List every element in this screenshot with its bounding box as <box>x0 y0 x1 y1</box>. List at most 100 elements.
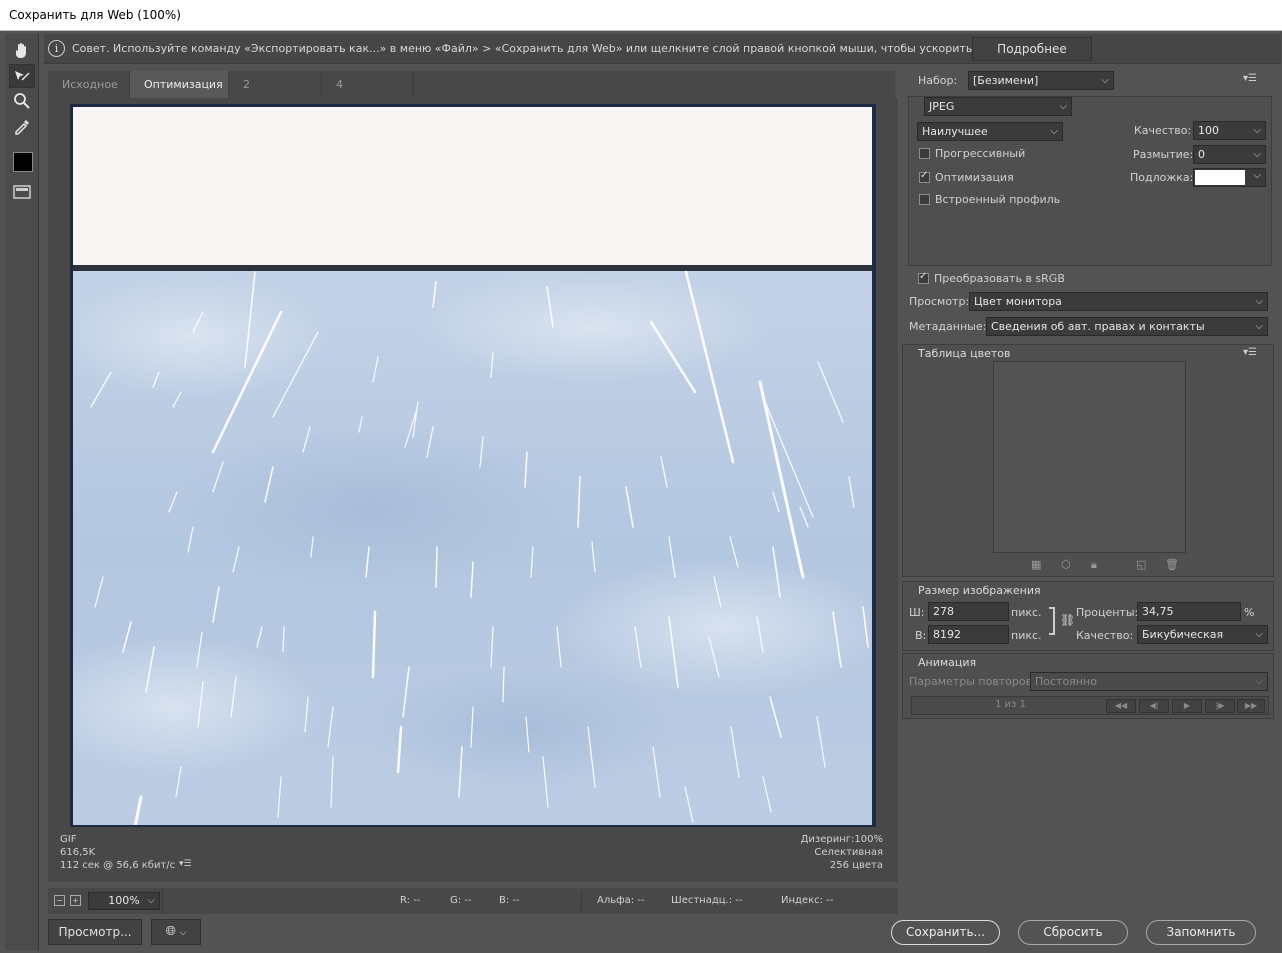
preset-menu-icon[interactable]: ▾☰ <box>1243 73 1257 84</box>
percent-input[interactable]: 34,75 <box>1137 602 1241 621</box>
progressive-checkbox[interactable] <box>919 148 930 159</box>
convert-srgb-checkbox[interactable] <box>918 271 929 284</box>
quality-value: 100 <box>1198 124 1219 137</box>
chevron-down-icon: ⌵ <box>1255 676 1263 687</box>
tab-original[interactable]: Исходное <box>48 71 130 98</box>
zoom-in-icon[interactable]: + <box>70 895 81 906</box>
tip-text: Совет. Используйте команду «Экспортирова… <box>72 42 1078 55</box>
tool-bar <box>5 34 39 950</box>
metadata-select[interactable]: Сведения об авт. правах и контакты ⌵ <box>986 317 1268 336</box>
lock-icon[interactable]: 🔒︎ <box>1091 558 1097 572</box>
trash-icon[interactable]: 🗑︎ <box>1165 558 1179 571</box>
embed-profile-label: Встроенный профиль <box>935 193 1061 206</box>
color-table-title: Таблица цветов <box>918 347 1011 360</box>
hand-tool-icon[interactable] <box>9 38 35 62</box>
info-icon: i <box>48 40 65 57</box>
link-icon[interactable]: ⛓︎ <box>1060 613 1075 627</box>
info-palette: Селективная <box>814 847 883 858</box>
color-table-menu-icon[interactable]: ▾☰ <box>1243 347 1257 358</box>
tab-4-up[interactable]: 4 варианта <box>322 71 414 118</box>
loop-select: Постоянно ⌵ <box>1030 672 1268 691</box>
info-colors: 256 цвета <box>829 860 883 871</box>
quality-input[interactable]: 100 ⌵ <box>1193 121 1266 140</box>
metadata-value: Сведения об авт. правах и контакты <box>991 320 1205 333</box>
view-tabs: Исходное Оптимизация 2 варианта 4 вариан… <box>48 71 895 118</box>
format-select[interactable]: JPEG ⌵ <box>924 97 1072 116</box>
height-unit: пикс. <box>1011 629 1042 642</box>
divider <box>162 888 163 914</box>
loop-label: Параметры повторов: <box>909 675 1036 688</box>
color-table-grid[interactable] <box>993 361 1186 553</box>
eyedropper-color-swatch[interactable] <box>13 152 33 172</box>
status-bar: − + 100% ⌵ R: -- G: -- B: -- Альфа: -- Ш… <box>48 888 898 914</box>
preset-label: Набор: <box>918 74 958 87</box>
chevron-down-icon: ⌵ <box>1050 126 1058 137</box>
next-frame-icon: |▶ <box>1205 699 1235 713</box>
optimized-checkbox[interactable] <box>919 170 930 183</box>
animation-group: Анимация Параметры повторов: Постоянно ⌵… <box>902 653 1274 719</box>
height-input[interactable]: 8192 <box>928 625 1009 644</box>
tab-2-up[interactable]: 2 варианта <box>229 71 322 118</box>
toggle-slices-icon[interactable] <box>9 180 35 204</box>
info-download-time: 112 сек @ 56,6 кбит/с <box>60 860 176 871</box>
tip-bar: i Совет. Используйте команду «Экспортиро… <box>44 34 1281 64</box>
readout-alpha: Альфа: -- <box>597 895 645 906</box>
resample-quality-value: Бикубическая <box>1142 628 1224 641</box>
blur-input[interactable]: 0 ⌵ <box>1193 145 1266 164</box>
resample-quality-label: Качество: <box>1076 629 1134 642</box>
preset-select[interactable]: [Безимени] ⌵ <box>968 71 1114 90</box>
map-color-icon[interactable]: ▦ <box>1031 558 1041 571</box>
metadata-label: Метаданные: <box>909 320 987 333</box>
readout-g: G: -- <box>450 895 472 906</box>
width-label: Ш: <box>909 606 925 619</box>
zoom-select[interactable]: 100% ⌵ <box>88 892 160 910</box>
format-settings-group: JPEG ⌵ Наилучшее ⌵ Качество: 100 ⌵ Прогр… <box>908 96 1272 266</box>
preview-label: Просмотр: <box>909 295 970 308</box>
prev-frame-icon: ◀| <box>1139 699 1169 713</box>
constrain-bracket <box>1049 607 1055 635</box>
resample-quality-select[interactable]: Бикубическая ⌵ <box>1137 625 1268 644</box>
tab-optimized[interactable]: Оптимизация <box>130 71 229 98</box>
quality-preset-select[interactable]: Наилучшее ⌵ <box>917 122 1063 141</box>
optimized-label: Оптимизация <box>935 171 1014 184</box>
quality-label: Качество: <box>1134 124 1192 137</box>
loop-value: Постоянно <box>1035 675 1097 688</box>
convert-srgb-label: Преобразовать в sRGB <box>934 272 1065 285</box>
matte-select[interactable]: ⌵ <box>1193 168 1266 187</box>
width-unit: пикс. <box>1011 606 1042 619</box>
readout-r: R: -- <box>400 895 421 906</box>
readout-index: Индекс: -- <box>781 895 834 906</box>
image-preview[interactable] <box>73 107 872 825</box>
chevron-down-icon: ⌵ <box>1101 75 1109 86</box>
slice-select-icon[interactable] <box>9 64 35 88</box>
preview-in-browser-button[interactable]: Просмотр... <box>48 919 142 945</box>
eyedropper-icon[interactable] <box>9 114 35 138</box>
web-shift-icon[interactable]: ⬡ <box>1061 558 1071 571</box>
percent-sign: % <box>1244 606 1255 619</box>
progressive-label: Прогрессивный <box>935 147 1026 160</box>
play-icon: ▶ <box>1172 699 1202 713</box>
chevron-down-icon: ⌵ <box>147 895 155 906</box>
download-speed-menu-icon[interactable]: ▾☰ <box>179 859 192 869</box>
settings-panel: Набор: [Безимени] ⌵ ▾☰ JPEG ⌵ Наилучшее … <box>902 68 1280 948</box>
more-info-button[interactable]: Подробнее <box>972 37 1092 61</box>
zoom-out-icon[interactable]: − <box>54 895 65 906</box>
readout-hex: Шестнадц.: -- <box>671 895 743 906</box>
blur-label: Размытие: <box>1133 148 1194 161</box>
quality-preset-value: Наилучшее <box>922 125 988 138</box>
zoom-icon[interactable] <box>9 89 35 113</box>
chevron-down-icon: ⌵ <box>179 928 187 938</box>
add-color-icon[interactable]: ◱ <box>1136 558 1146 571</box>
browser-select-button[interactable]: 🌐︎ ⌵ <box>151 919 201 945</box>
embed-profile-checkbox[interactable] <box>919 194 930 205</box>
browser-icon: 🌐︎ <box>165 924 177 939</box>
last-frame-icon: ▶▶ <box>1237 699 1265 713</box>
format-value: JPEG <box>929 100 955 113</box>
readout-b: B: -- <box>499 895 520 906</box>
chevron-down-icon: ⌵ <box>1253 125 1261 136</box>
blur-value: 0 <box>1198 148 1205 161</box>
preview-select[interactable]: Цвет монитора ⌵ <box>969 292 1268 311</box>
matte-color-swatch <box>1195 170 1245 185</box>
width-input[interactable]: 278 <box>928 602 1009 621</box>
frame-counter: 1 из 1 <box>995 699 1026 710</box>
